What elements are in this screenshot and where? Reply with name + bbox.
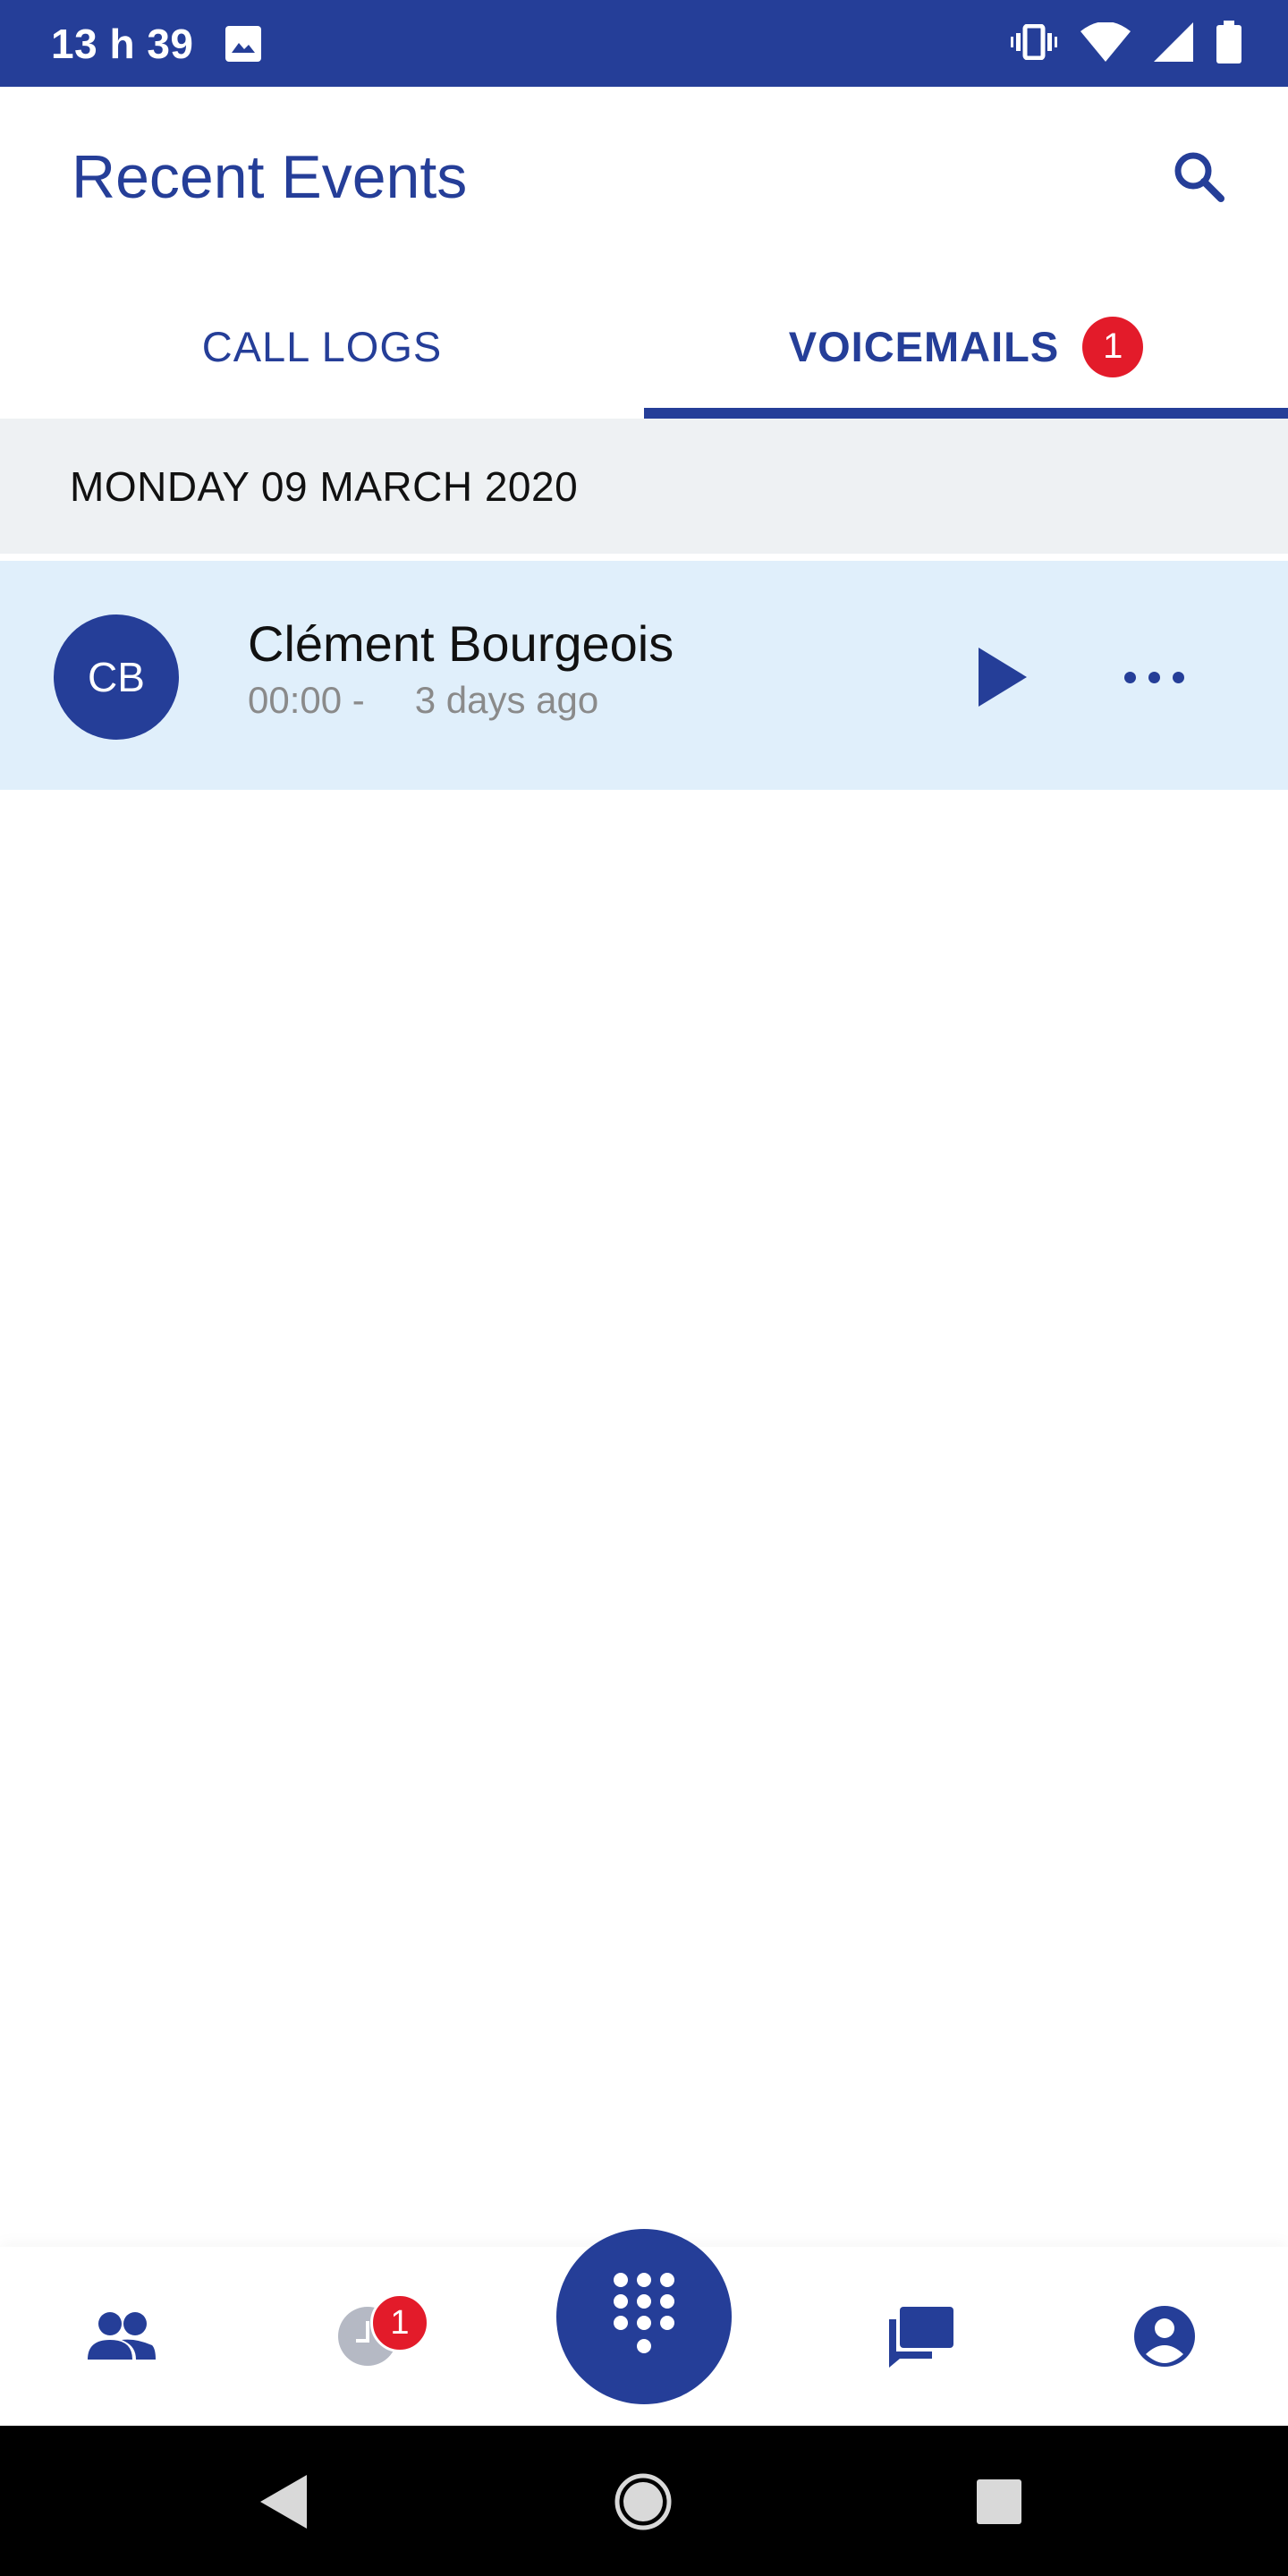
- search-icon: [1174, 152, 1224, 202]
- tab-call-logs[interactable]: CALL LOGS: [0, 275, 644, 419]
- app-bar: Recent Events: [0, 87, 1288, 275]
- more-options-button[interactable]: [1118, 641, 1190, 713]
- status-icons: [1011, 20, 1241, 68]
- wifi-icon: [1080, 21, 1131, 66]
- voicemail-meta: 00:00 - 3 days ago: [248, 679, 598, 722]
- recents-icon: [977, 2479, 1021, 2524]
- avatar-initials: CB: [88, 654, 145, 700]
- back-icon: [260, 2475, 307, 2529]
- search-button[interactable]: [1163, 140, 1234, 212]
- status-time: 13 h 39: [51, 21, 194, 67]
- recent-events-badge: 1: [370, 2293, 429, 2352]
- chat-icon: [889, 2307, 953, 2368]
- contacts-icon: [88, 2312, 156, 2360]
- avatar: CB: [54, 614, 179, 740]
- tab-bar: CALL LOGS VOICEMAILS 1: [0, 275, 1288, 419]
- dialpad-button[interactable]: [556, 2229, 732, 2404]
- signal-icon: [1154, 21, 1193, 66]
- dialpad-icon: [614, 2273, 674, 2353]
- vibrate-icon: [1011, 23, 1057, 64]
- date-section-header: MONDAY 09 MARCH 2020: [0, 419, 1288, 557]
- more-dot-icon: [1172, 671, 1184, 683]
- back-button[interactable]: [252, 2470, 315, 2533]
- more-dot-icon: [1148, 671, 1160, 683]
- tab-voicemails[interactable]: VOICEMAILS 1: [644, 275, 1288, 419]
- tab-call-logs-label: CALL LOGS: [201, 323, 443, 370]
- profile-icon: [1134, 2306, 1195, 2367]
- nav-chat[interactable]: [877, 2292, 966, 2381]
- home-button[interactable]: [612, 2470, 674, 2533]
- play-icon: [979, 648, 1027, 707]
- voicemail-duration: 00:00 -: [248, 679, 365, 721]
- play-button[interactable]: [966, 641, 1038, 713]
- status-bar: 13 h 39: [0, 0, 1288, 87]
- system-nav-bar: [0, 2426, 1288, 2576]
- page-title: Recent Events: [72, 143, 468, 211]
- voicemails-count-badge: 1: [1082, 316, 1144, 377]
- nav-profile[interactable]: [1120, 2292, 1209, 2381]
- tab-voicemails-label: VOICEMAILS: [788, 323, 1060, 370]
- voicemail-row[interactable]: CB Clément Bourgeois 00:00 - 3 days ago: [0, 561, 1288, 790]
- home-icon: [614, 2473, 672, 2530]
- image-icon: [225, 26, 261, 62]
- battery-icon: [1216, 20, 1241, 68]
- voicemail-age: 3 days ago: [414, 679, 599, 721]
- recents-button[interactable]: [968, 2470, 1030, 2533]
- more-dot-icon: [1123, 671, 1136, 683]
- date-header-text: MONDAY 09 MARCH 2020: [70, 462, 579, 510]
- caller-name: Clément Bourgeois: [248, 615, 674, 672]
- nav-contacts[interactable]: [77, 2292, 166, 2381]
